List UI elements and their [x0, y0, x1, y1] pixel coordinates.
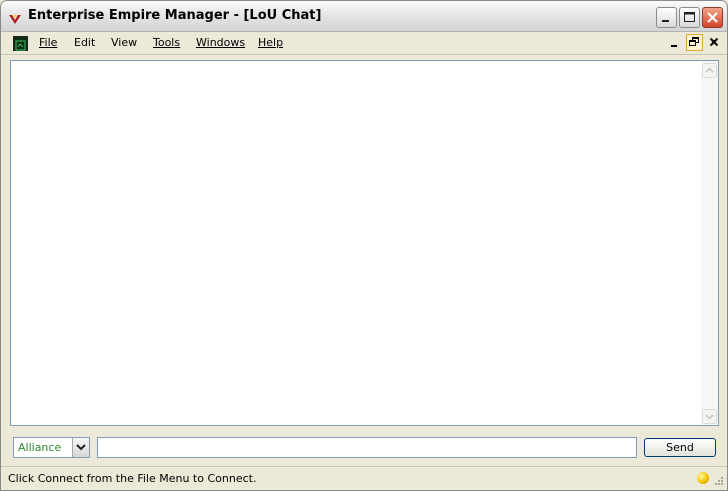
chat-log[interactable]: [10, 60, 719, 426]
mdi-close-button[interactable]: [706, 34, 723, 51]
window-title: Enterprise Empire Manager - [LoU Chat]: [28, 8, 322, 23]
minimize-icon: [662, 20, 669, 22]
maximize-button[interactable]: [679, 7, 700, 28]
channel-dropdown-button[interactable]: [72, 438, 89, 457]
title-bar[interactable]: Enterprise Empire Manager - [LoU Chat]: [1, 1, 727, 32]
minimize-icon: [671, 45, 677, 47]
send-button[interactable]: Send: [644, 438, 716, 457]
close-button[interactable]: [702, 7, 723, 28]
connection-status-icon: [697, 472, 709, 484]
minimize-button[interactable]: [656, 7, 677, 28]
resize-grip-icon[interactable]: [712, 476, 724, 488]
menu-bar: File Edit View Tools Windows Help: [1, 32, 727, 55]
chat-window-icon: [15, 40, 26, 51]
close-icon: [707, 12, 718, 23]
status-bar: Click Connect from the File Menu to Conn…: [1, 466, 727, 490]
chevron-down-icon: [76, 444, 86, 451]
maximize-icon: [684, 12, 695, 22]
scroll-down-icon[interactable]: [702, 409, 717, 424]
app-window: Enterprise Empire Manager - [LoU Chat] F…: [0, 0, 728, 491]
close-icon: [709, 37, 719, 47]
chat-scrollbar[interactable]: [701, 61, 718, 425]
message-input[interactable]: [97, 437, 637, 458]
status-text: Click Connect from the File Menu to Conn…: [8, 472, 257, 485]
mdi-restore-button[interactable]: [686, 34, 703, 51]
mdi-minimize-button[interactable]: [667, 34, 684, 51]
restore-icon: [689, 37, 699, 46]
menu-tools[interactable]: Tools: [153, 36, 180, 49]
channel-value: Alliance: [18, 441, 62, 454]
menu-help[interactable]: Help: [258, 36, 283, 49]
child-window-icon[interactable]: [13, 36, 28, 51]
menu-file[interactable]: File: [39, 36, 57, 49]
channel-select[interactable]: Alliance: [13, 437, 90, 458]
app-logo-icon: [8, 10, 22, 24]
menu-edit[interactable]: Edit: [74, 36, 95, 49]
menu-view[interactable]: View: [111, 36, 137, 49]
scroll-up-icon[interactable]: [702, 63, 717, 78]
menu-windows[interactable]: Windows: [196, 36, 245, 49]
